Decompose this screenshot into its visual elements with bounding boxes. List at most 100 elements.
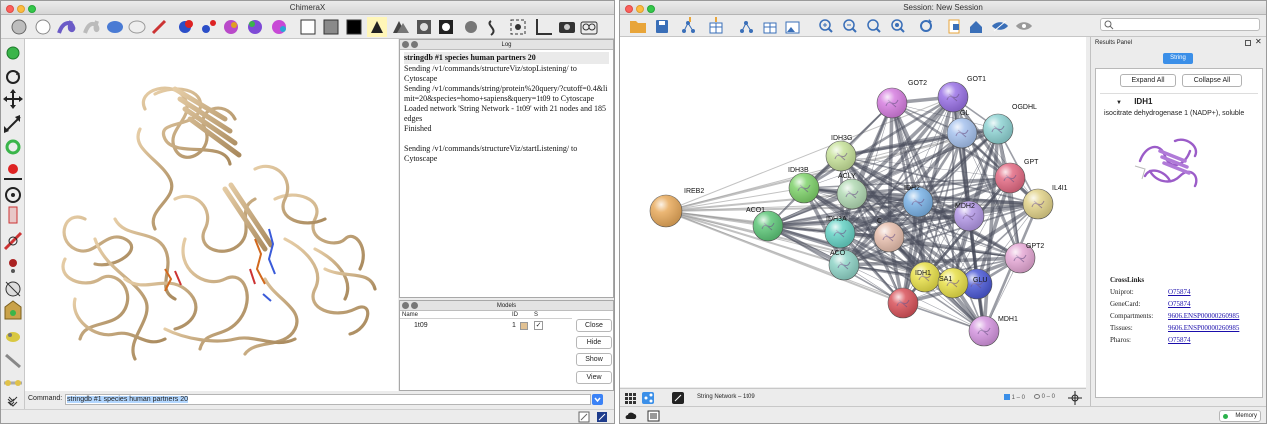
import-network-icon[interactable] bbox=[682, 17, 695, 33]
col-name-header[interactable]: Name bbox=[402, 312, 418, 318]
close-window-button[interactable] bbox=[625, 5, 633, 13]
minimize-window-button[interactable] bbox=[636, 5, 644, 13]
select-mode-icon[interactable] bbox=[6, 46, 20, 60]
move-picked-icon[interactable] bbox=[4, 300, 22, 320]
network-node[interactable]: GPT2 bbox=[1004, 242, 1044, 274]
close-panel-icon[interactable]: ✕ bbox=[1255, 37, 1262, 46]
float-panel-icon[interactable] bbox=[411, 41, 418, 48]
zoom-window-button[interactable] bbox=[28, 5, 36, 13]
snapshot-icon[interactable] bbox=[559, 22, 575, 33]
zoom-selected-icon[interactable] bbox=[891, 19, 905, 33]
crosslink-value[interactable]: 9606.ENSP00000260985 bbox=[1168, 324, 1239, 332]
color-chain-icon[interactable] bbox=[224, 20, 238, 34]
apply-layout-icon[interactable] bbox=[948, 19, 960, 34]
network-view[interactable]: IREB2 GOT2 GOT1 OGDHL GL GPT IL4I1 IDH3G IDH3B AC… bbox=[620, 37, 1086, 387]
command-input[interactable]: stringdb #1 species human partners 20 bbox=[65, 394, 591, 405]
soft-lighting-icon[interactable] bbox=[393, 21, 409, 33]
share-network-icon[interactable] bbox=[642, 392, 654, 404]
save-session-icon[interactable] bbox=[656, 20, 668, 33]
string-tab[interactable]: String bbox=[1163, 53, 1193, 64]
close-panel-icon[interactable] bbox=[402, 41, 409, 48]
sphere-style-icon[interactable] bbox=[11, 19, 27, 35]
home-icon[interactable] bbox=[970, 21, 982, 33]
color-element-icon[interactable] bbox=[179, 20, 193, 33]
python-shell-icon[interactable] bbox=[597, 412, 607, 422]
hide-model-button[interactable]: Hide bbox=[576, 336, 612, 349]
zone-icon[interactable] bbox=[5, 281, 21, 297]
swap-aa-icon[interactable] bbox=[9, 259, 17, 273]
network-node[interactable] bbox=[887, 287, 919, 319]
zoom-mode-icon[interactable] bbox=[4, 115, 21, 133]
fullscreen-icon[interactable] bbox=[578, 411, 590, 423]
grid-view-icon[interactable] bbox=[625, 393, 636, 404]
side-view-icon[interactable] bbox=[488, 20, 495, 36]
bond-rotation-icon[interactable] bbox=[3, 231, 23, 251]
panel-toggle-icons[interactable] bbox=[622, 390, 692, 406]
export-to-ndex-icon[interactable] bbox=[672, 392, 684, 404]
expand-toolbar-icon[interactable] bbox=[5, 397, 17, 409]
export-network-icon[interactable] bbox=[740, 21, 753, 33]
mouse-mode-icons[interactable] bbox=[1, 39, 25, 409]
float-panel-icon[interactable] bbox=[1245, 40, 1251, 46]
minimize-window-button[interactable] bbox=[17, 5, 25, 13]
surface-icon[interactable] bbox=[107, 21, 123, 33]
collapse-triangle-icon[interactable]: ▼ bbox=[1116, 100, 1122, 106]
axes-icon[interactable] bbox=[536, 19, 552, 35]
tape-measure-icon[interactable] bbox=[4, 380, 22, 386]
crosslink-value[interactable]: O75874 bbox=[1168, 300, 1191, 308]
color-polymer-icon[interactable] bbox=[248, 20, 262, 34]
zoom-window-button[interactable] bbox=[647, 5, 655, 13]
crosslink-value[interactable]: 9606.ENSP00000260985 bbox=[1168, 312, 1239, 320]
rotate-select-icon[interactable] bbox=[5, 139, 21, 155]
contour-icon[interactable] bbox=[6, 332, 20, 342]
zoom-in-icon[interactable] bbox=[819, 19, 833, 33]
view-model-button[interactable]: View bbox=[576, 371, 612, 384]
show-model-button[interactable]: Show bbox=[576, 353, 612, 366]
network-node[interactable]: GOT1 bbox=[937, 76, 986, 113]
close-window-button[interactable] bbox=[6, 5, 14, 13]
open-session-icon[interactable] bbox=[630, 21, 646, 33]
zoom-fit-icon[interactable] bbox=[867, 19, 881, 33]
navigator-icon[interactable] bbox=[1068, 391, 1082, 405]
ball-style-icon[interactable] bbox=[35, 19, 51, 35]
network-node[interactable]: OGDHL bbox=[982, 104, 1037, 145]
col-id-header[interactable]: ID bbox=[512, 312, 518, 318]
model-row[interactable]: 1t09 1 ✓ bbox=[400, 319, 572, 333]
string-network-graph[interactable]: IREB2 GOT2 GOT1 OGDHL GL GPT IL4I1 IDH3G IDH3B AC… bbox=[620, 37, 1086, 387]
movie-record-icon[interactable] bbox=[580, 21, 598, 35]
pivot-icon[interactable] bbox=[5, 187, 21, 203]
crosslink-value[interactable]: O75874 bbox=[1168, 288, 1191, 296]
flat-lighting-icon[interactable] bbox=[439, 20, 453, 34]
network-node[interactable]: MDH1 bbox=[968, 315, 1018, 347]
cytoscape-toolbar-icons[interactable] bbox=[620, 15, 1090, 37]
windowing-icon[interactable] bbox=[5, 353, 21, 369]
network-search-input[interactable] bbox=[1100, 18, 1260, 31]
refresh-icon[interactable] bbox=[920, 19, 932, 32]
network-node[interactable]: MDH2 bbox=[953, 200, 985, 232]
hide-selected-icon[interactable] bbox=[992, 20, 1008, 32]
chimerax-toolbar-icons[interactable] bbox=[1, 15, 614, 39]
task-list-icon[interactable] bbox=[647, 410, 660, 422]
import-table-icon[interactable] bbox=[709, 17, 723, 34]
network-node[interactable]: ACO bbox=[828, 249, 860, 281]
col-shown-header[interactable]: S bbox=[534, 312, 538, 318]
expand-all-button[interactable]: Expand All bbox=[1120, 74, 1176, 87]
view-all-icon[interactable] bbox=[510, 19, 526, 35]
network-node[interactable]: IDH1 bbox=[909, 261, 941, 293]
translate-atoms-icon[interactable] bbox=[4, 164, 22, 180]
network-node[interactable]: GL bbox=[946, 110, 978, 149]
status-icons[interactable] bbox=[624, 408, 674, 424]
collapse-all-button[interactable]: Collapse All bbox=[1182, 74, 1242, 87]
memory-button[interactable]: Memory bbox=[1219, 410, 1261, 422]
export-table-icon[interactable] bbox=[763, 22, 777, 34]
float-panel-icon[interactable] bbox=[411, 302, 418, 309]
model-shown-checkbox[interactable]: ✓ bbox=[534, 321, 543, 330]
cloud-icon[interactable] bbox=[625, 412, 637, 419]
mesh-icon[interactable] bbox=[128, 20, 146, 34]
silhouette-icon[interactable] bbox=[465, 21, 477, 33]
full-lighting-icon[interactable] bbox=[417, 20, 431, 34]
export-image-icon[interactable] bbox=[785, 21, 800, 34]
status-icons[interactable] bbox=[576, 410, 615, 424]
stick-icon[interactable] bbox=[151, 19, 167, 35]
close-model-button[interactable]: Close bbox=[576, 319, 612, 332]
